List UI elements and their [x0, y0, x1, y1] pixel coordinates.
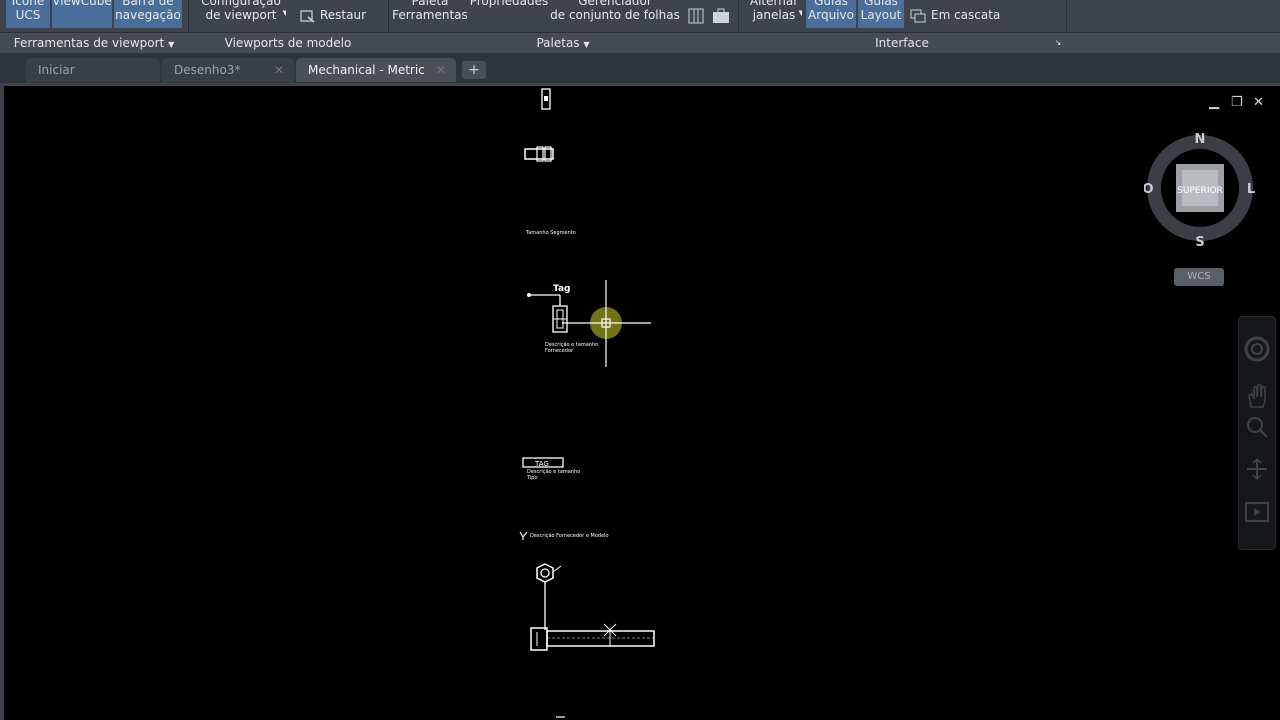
properties-line1: Propriedades [469, 0, 549, 8]
cascade-windows-icon [910, 9, 926, 22]
ucs-icon-button[interactable]: Ícone UCS [6, 0, 50, 28]
tab-iniciar-label: Iniciar [38, 63, 75, 77]
tool-palette-line1: Paleta [411, 0, 449, 8]
tool-palette-button[interactable]: Paleta Ferramentas [392, 0, 468, 28]
panel-label-interface: Interface [875, 36, 929, 50]
panel-label-palettes-text: Paletas [536, 36, 580, 50]
navigation-bar-button-line2: navegação [115, 8, 181, 22]
panel-label-palettes[interactable]: Paletas ▼ [388, 33, 738, 54]
close-icon[interactable]: ✕ [274, 58, 284, 82]
ribbon-panel-labels: Ferramentas de viewport ▼ Viewports de m… [0, 32, 1280, 54]
navigation-bar [1238, 316, 1276, 550]
viewcube-face-label: SUPERIOR [1177, 186, 1223, 196]
close-icon[interactable]: ✕ [436, 58, 446, 82]
sheet-set-manager-line1: Gerenciador [578, 0, 652, 8]
viewport-configuration-line1: Configuração [201, 0, 281, 8]
layout-tabs-line2: Layout [860, 8, 902, 22]
switch-windows-line2: janelas [752, 8, 796, 22]
tab-desenho3[interactable]: Desenho3* ✕ [162, 58, 294, 82]
pan-hand-icon[interactable] [1245, 383, 1269, 409]
viewport-configuration-line2: de viewport [205, 8, 277, 22]
chevron-down-icon: ▼ [583, 40, 590, 49]
compass-north-label[interactable]: N [1195, 132, 1206, 147]
properties-button[interactable]: Propriedades [468, 0, 550, 28]
viewport-configuration-button[interactable]: Configuração de viewport ▼ [196, 0, 286, 28]
ribbon-button-row: Ícone UCS ViewCube Barra de navegação Co… [0, 0, 1280, 32]
chevron-down-icon: ▼ [282, 9, 286, 17]
briefcase-icon [713, 8, 729, 23]
minimize-icon[interactable]: ▁ [1209, 95, 1219, 110]
navigation-bar-button[interactable]: Barra de navegação [114, 0, 182, 28]
zoom-icon[interactable] [1245, 415, 1269, 439]
drawing-viewport[interactable] [0, 83, 1280, 720]
layout-tabs-button[interactable]: Guias Layout [858, 0, 904, 28]
showmotion-icon[interactable] [1244, 499, 1270, 525]
cascade-label: Em cascata [931, 8, 1001, 22]
compass-west-label[interactable]: O [1144, 182, 1154, 197]
sheet-set-manager-button[interactable]: Gerenciador de conjunto de folhas [550, 0, 680, 28]
chevron-down-icon: ▼ [168, 40, 175, 49]
close-icon[interactable]: ✕ [1253, 95, 1264, 110]
palette-icon-button-1[interactable] [688, 6, 708, 24]
steering-wheel-icon[interactable] [1243, 335, 1271, 363]
restore-label: Restaur [320, 8, 367, 22]
restore-window-icon[interactable]: ❐ [1231, 95, 1243, 110]
panel-launcher-icon[interactable]: ↘ [1052, 33, 1064, 54]
panel-label-model-viewports: Viewports de modelo [224, 36, 352, 50]
switch-windows-line1: Alternar [749, 0, 799, 8]
tab-iniciar[interactable]: Iniciar [26, 58, 160, 82]
cascade-button[interactable]: Em cascata [910, 6, 1000, 24]
ucs-icon-button-line1: Ícone [11, 0, 45, 8]
grid-palette-icon [688, 8, 704, 23]
compass-east-label[interactable]: L [1247, 182, 1255, 197]
viewcube-button-line1: ViewCube [52, 0, 112, 8]
chevron-down-icon: ▼ [798, 9, 802, 17]
layout-tabs-line1: Guias [864, 0, 898, 8]
file-tab-bar: Iniciar Desenho3* ✕ Mechanical - Metric ✕ … [0, 53, 1280, 83]
compass-south-label[interactable]: S [1195, 235, 1204, 248]
tab-mechanical-metric-label: Mechanical - Metric [308, 63, 425, 77]
sheet-set-manager-line2: de conjunto de folhas [550, 8, 680, 22]
restore-icon [300, 9, 315, 23]
orbit-icon[interactable] [1245, 457, 1269, 481]
restore-button[interactable]: Restaur [300, 6, 366, 24]
tool-palette-line2: Ferramentas [392, 8, 468, 22]
file-tabs-line1: Guias [814, 0, 848, 8]
navigation-bar-button-line1: Barra de [122, 0, 174, 8]
palette-icon-button-2[interactable] [712, 6, 734, 24]
panel-label-viewport-tools[interactable]: Ferramentas de viewport ▼ [0, 33, 188, 54]
viewcube-button[interactable]: ViewCube [52, 0, 112, 28]
file-tabs-line2: Arquivo [808, 8, 854, 22]
switch-windows-button[interactable]: Alternar janelas ▼ [746, 0, 802, 28]
panel-label-viewport-tools-text: Ferramentas de viewport [13, 36, 165, 50]
ribbon: Ícone UCS ViewCube Barra de navegação Co… [0, 0, 1280, 54]
ucs-icon-button-line2: UCS [15, 8, 41, 22]
tab-mechanical-metric[interactable]: Mechanical - Metric ✕ [296, 58, 456, 82]
tab-desenho3-label: Desenho3* [174, 63, 241, 77]
viewcube[interactable]: SUPERIOR N S L O [1144, 130, 1256, 248]
new-tab-button[interactable]: + [462, 61, 486, 79]
file-tabs-button[interactable]: Guias Arquivo [806, 0, 856, 28]
ucs-menu-button[interactable]: WCS [1174, 268, 1224, 286]
